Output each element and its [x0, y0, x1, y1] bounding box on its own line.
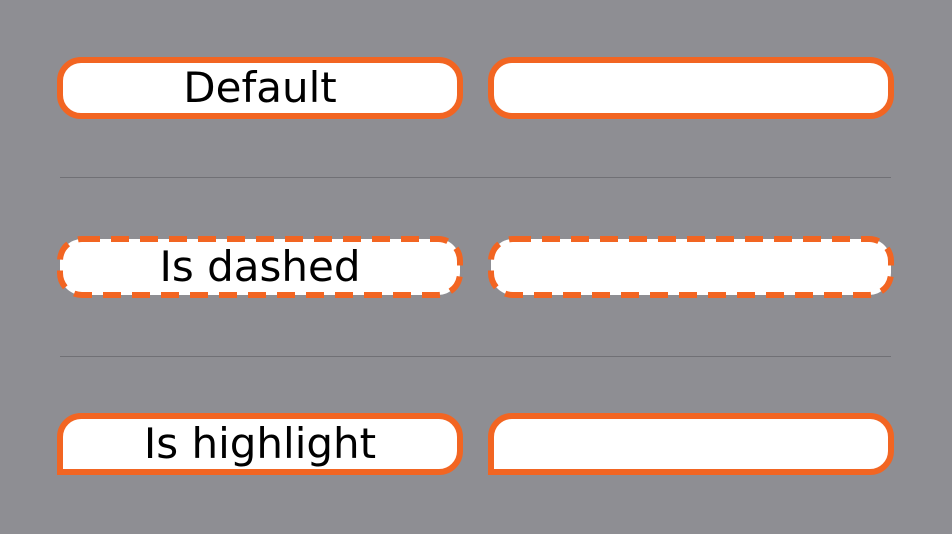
dashed-row: Is dashed	[57, 236, 894, 298]
default-empty-button[interactable]	[488, 57, 894, 119]
default-button-label: Default	[183, 63, 337, 112]
highlight-row: Is highlight	[57, 413, 894, 475]
dashed-empty-button[interactable]	[488, 236, 894, 298]
highlight-button-label: Is highlight	[143, 419, 377, 468]
default-row: Default	[57, 57, 894, 119]
default-button[interactable]: Default	[57, 57, 463, 119]
highlight-button[interactable]: Is highlight	[57, 413, 463, 475]
divider	[60, 177, 891, 178]
dashed-button-label: Is dashed	[159, 242, 361, 291]
dashed-border	[488, 236, 894, 298]
dashed-button[interactable]: Is dashed	[57, 236, 463, 298]
highlight-empty-button[interactable]	[488, 413, 894, 475]
divider	[60, 356, 891, 357]
